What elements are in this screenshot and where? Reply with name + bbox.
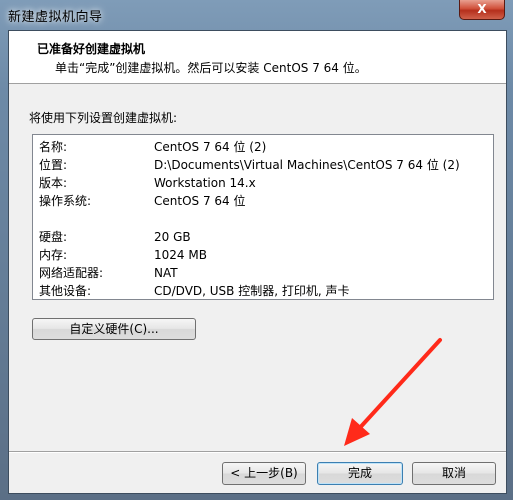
wizard-header: 已准备好创建虚拟机 单击“完成”创建虚拟机。然后可以安装 CentOS 7 64…	[9, 31, 506, 84]
summary-value: CD/DVD, USB 控制器, 打印机, 声卡	[154, 284, 350, 298]
header-title: 已准备好创建虚拟机	[37, 42, 146, 56]
summary-key: 操作系统:	[39, 194, 92, 208]
customize-hardware-button[interactable]: 自定义硬件(C)...	[32, 318, 196, 340]
header-subtitle: 单击“完成”创建虚拟机。然后可以安装 CentOS 7 64 位。	[55, 61, 367, 75]
summary-value: CentOS 7 64 位	[154, 194, 246, 208]
cancel-button[interactable]: 取消	[412, 462, 496, 485]
window-frame: 新建虚拟机向导 X 已准备好创建虚拟机 单击“完成”创建虚拟机。然后可以安装 C…	[0, 0, 513, 500]
summary-value: CentOS 7 64 位 (2)	[154, 140, 267, 154]
summary-key: 内存:	[39, 248, 68, 262]
footer-divider	[9, 451, 506, 453]
summary-label: 将使用下列设置创建虚拟机:	[29, 111, 178, 125]
summary-value: 1024 MB	[154, 248, 207, 262]
close-button[interactable]: X	[459, 0, 505, 20]
summary-key: 位置:	[39, 158, 68, 172]
summary-key: 硬盘:	[39, 230, 68, 244]
summary-key: 版本:	[39, 176, 68, 190]
back-button[interactable]: < 上一步(B)	[222, 462, 306, 485]
summary-key: 其他设备:	[39, 284, 92, 298]
summary-value: Workstation 14.x	[154, 176, 256, 190]
title-bar[interactable]: 新建虚拟机向导 X	[0, 0, 513, 30]
summary-value: NAT	[154, 266, 178, 280]
summary-box: 名称: CentOS 7 64 位 (2) 位置: D:\Documents\V…	[32, 134, 494, 300]
summary-key: 名称:	[39, 140, 68, 154]
summary-key: 网络适配器:	[39, 266, 104, 280]
summary-value: 20 GB	[154, 230, 191, 244]
summary-value: D:\Documents\Virtual Machines\CentOS 7 6…	[154, 158, 460, 172]
wizard-dialog: 已准备好创建虚拟机 单击“完成”创建虚拟机。然后可以安装 CentOS 7 64…	[8, 30, 507, 494]
finish-button[interactable]: 完成	[317, 462, 403, 485]
window-title: 新建虚拟机向导	[8, 10, 103, 25]
